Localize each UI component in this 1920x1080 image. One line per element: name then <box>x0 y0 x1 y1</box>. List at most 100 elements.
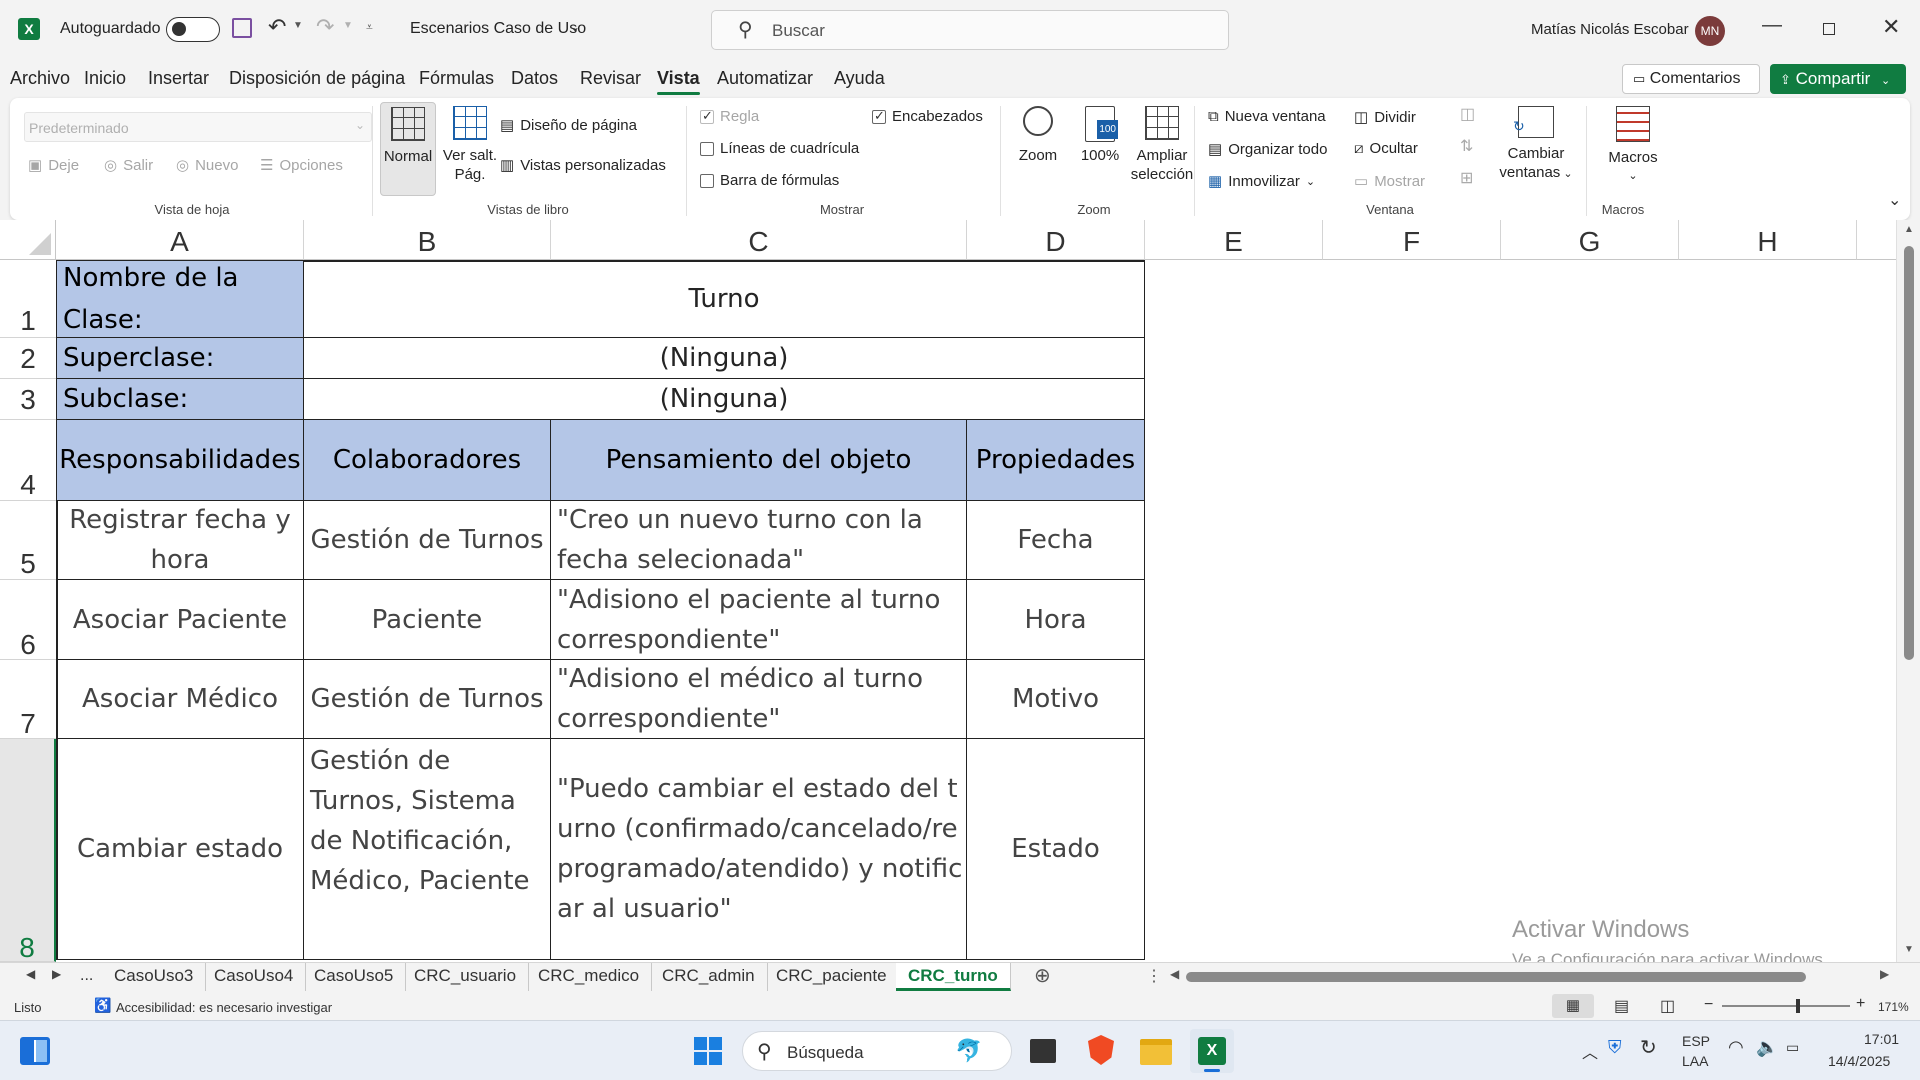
normal-view-status-button[interactable]: ▦ <box>1552 994 1594 1018</box>
refresh-icon[interactable]: ↻ <box>1640 1035 1657 1060</box>
zoom-button[interactable]: Zoom <box>1010 106 1066 165</box>
side-by-side-icon[interactable]: ◫ <box>1460 104 1475 124</box>
exit-button[interactable]: ◎ Salir <box>104 156 153 175</box>
new-view-button[interactable]: ◎ Nuevo <box>176 156 238 175</box>
row-header-5[interactable]: 5 <box>0 501 56 580</box>
zoom-out-icon[interactable]: − <box>1704 996 1713 1014</box>
table-cell[interactable]: Fecha <box>967 501 1145 580</box>
keep-button[interactable]: ▣ Deje <box>28 156 79 175</box>
table-cell[interactable]: Asociar Paciente <box>57 580 304 660</box>
user-name[interactable]: Matías Nicolás Escobar <box>1531 21 1689 38</box>
file-explorer-icon[interactable] <box>1140 1039 1172 1065</box>
menu-ayuda[interactable]: Ayuda <box>834 68 885 89</box>
tab-casouso5[interactable]: CasoUso5 <box>302 963 407 991</box>
sync-scroll-icon[interactable]: ⇅ <box>1460 136 1473 156</box>
cell-b1-class-name[interactable]: Turno <box>304 261 1145 338</box>
menu-revisar[interactable]: Revisar <box>580 68 641 89</box>
sheet-view-dropdown[interactable]: Predeterminado ⌄ <box>24 112 372 142</box>
excel-taskbar-icon[interactable]: X <box>1190 1029 1234 1073</box>
zoom-slider[interactable] <box>1722 999 1850 1013</box>
menu-vista[interactable]: Vista <box>657 68 700 95</box>
cell-a3-subclass-label[interactable]: Subclase: <box>57 379 304 420</box>
task-view-icon[interactable] <box>1030 1039 1056 1063</box>
headings-checkbox[interactable]: Encabezados <box>872 108 983 125</box>
header-object-thought[interactable]: Pensamiento del objeto <box>551 420 967 501</box>
language-secondary[interactable]: LAA <box>1682 1053 1708 1069</box>
column-header-e[interactable]: E <box>1145 220 1323 260</box>
more-options-icon[interactable]: ⋮ <box>1146 966 1162 986</box>
row-header-2[interactable]: 2 <box>0 338 56 379</box>
cell-a1-class-name-label[interactable]: Nombre de la Clase: <box>57 261 304 338</box>
table-cell[interactable]: Hora <box>967 580 1145 660</box>
cell-b2-superclass[interactable]: (Ninguna) <box>304 338 1145 379</box>
zoom-100-button[interactable]: 100 100% <box>1072 106 1128 165</box>
security-badge-icon[interactable]: ⛨ <box>1608 1037 1622 1058</box>
table-cell[interactable]: "Adisiono el paciente al turno correspon… <box>551 580 967 660</box>
unhide-button[interactable]: ▭ Mostrar <box>1354 172 1425 191</box>
freeze-panes-button[interactable]: ▦ Inmovilizar ⌄ <box>1208 172 1315 191</box>
undo-dropdown-icon[interactable]: ▼ <box>293 20 303 31</box>
split-button[interactable]: ◫ Dividir <box>1354 108 1416 127</box>
select-all-corner[interactable] <box>0 220 56 260</box>
macros-button[interactable]: Macros ⌄ <box>1598 106 1668 186</box>
row-header-4[interactable]: 4 <box>0 420 56 501</box>
table-cell[interactable]: Motivo <box>967 660 1145 739</box>
minimize-icon[interactable]: — <box>1762 14 1782 37</box>
formula-bar-checkbox[interactable]: Barra de fórmulas <box>700 172 839 189</box>
page-break-status-icon[interactable]: ◫ <box>1660 996 1675 1016</box>
document-title[interactable]: Escenarios Caso de Uso <box>410 20 586 38</box>
horizontal-scrollbar[interactable]: ◀ ▶ <box>1168 965 1889 989</box>
column-header-h[interactable]: H <box>1679 220 1857 260</box>
column-header-f[interactable]: F <box>1323 220 1501 260</box>
start-button-windows-icon[interactable] <box>694 1037 722 1065</box>
tab-scroll-right-icon[interactable]: ▶ <box>52 967 61 981</box>
tab-scroll-left-icon[interactable]: ◀ <box>26 967 35 981</box>
zoom-level[interactable]: 171% <box>1878 1000 1909 1014</box>
clock-date[interactable]: 14/4/2025 <box>1828 1053 1890 1069</box>
horizontal-scrollbar-thumb[interactable] <box>1186 972 1806 982</box>
arrange-all-button[interactable]: ▤ Organizar todo <box>1208 140 1327 159</box>
comments-button[interactable]: ▭ Comentarios <box>1622 64 1760 94</box>
vertical-scrollbar[interactable]: ▲ ▼ <box>1896 220 1920 962</box>
header-collaborators[interactable]: Colaboradores <box>304 420 551 501</box>
scroll-right-icon[interactable]: ▶ <box>1880 967 1889 981</box>
row-header-8[interactable]: 8 <box>0 739 56 962</box>
show-hidden-icons-chevron-icon[interactable]: ︿ <box>1582 1039 1598 1063</box>
menu-inicio[interactable]: Inicio <box>84 68 126 89</box>
user-avatar[interactable]: MN <box>1695 16 1725 46</box>
scroll-down-icon[interactable]: ▼ <box>1904 944 1914 955</box>
tab-crc-medico[interactable]: CRC_medico <box>526 963 653 991</box>
row-header-3[interactable]: 3 <box>0 379 56 420</box>
menu-datos[interactable]: Datos <box>511 68 558 89</box>
zoom-in-icon[interactable]: + <box>1856 995 1865 1013</box>
table-cell[interactable]: Gestión de Turnos <box>304 660 551 739</box>
table-cell[interactable]: "Adisiono el médico al turno correspondi… <box>551 660 967 739</box>
tab-crc-paciente[interactable]: CRC_paciente <box>764 963 900 991</box>
scroll-left-icon[interactable]: ◀ <box>1170 967 1179 981</box>
tab-crc-turno[interactable]: CRC_turno <box>896 963 1011 991</box>
brave-browser-icon[interactable] <box>1088 1035 1114 1065</box>
close-icon[interactable]: ✕ <box>1882 14 1900 40</box>
menu-formulas[interactable]: Fórmulas <box>419 68 494 89</box>
menu-automatizar[interactable]: Automatizar <box>717 68 813 89</box>
redo-dropdown-icon[interactable]: ▼ <box>343 20 353 31</box>
tab-crc-usuario[interactable]: CRC_usuario <box>402 963 530 991</box>
doc-title-chevron-icon[interactable]: ⌄ <box>570 20 580 34</box>
undo-icon[interactable]: ↶ <box>268 14 286 40</box>
column-header-a[interactable]: A <box>56 220 304 260</box>
table-cell[interactable]: Paciente <box>304 580 551 660</box>
tab-ellipsis[interactable]: ... <box>80 967 93 985</box>
tab-casouso3[interactable]: CasoUso3 <box>102 963 207 991</box>
header-responsibilities[interactable]: Responsabilidades <box>57 420 304 501</box>
gridlines-checkbox[interactable]: Líneas de cuadrícula <box>700 140 859 157</box>
tab-crc-admin[interactable]: CRC_admin <box>650 963 768 991</box>
battery-icon[interactable]: ▭ <box>1786 1039 1799 1056</box>
hide-button[interactable]: ⧄ Ocultar <box>1354 140 1418 157</box>
share-button[interactable]: ⇪ Compartir ⌄ <box>1770 64 1906 94</box>
reset-position-icon[interactable]: ⊞ <box>1460 168 1473 188</box>
options-button[interactable]: ☰ Opciones <box>260 156 343 175</box>
accessibility-icon[interactable]: ♿ <box>94 997 111 1014</box>
column-header-c[interactable]: C <box>551 220 967 260</box>
column-header-b[interactable]: B <box>304 220 551 260</box>
page-layout-button[interactable]: ▤ Diseño de página <box>500 116 637 135</box>
